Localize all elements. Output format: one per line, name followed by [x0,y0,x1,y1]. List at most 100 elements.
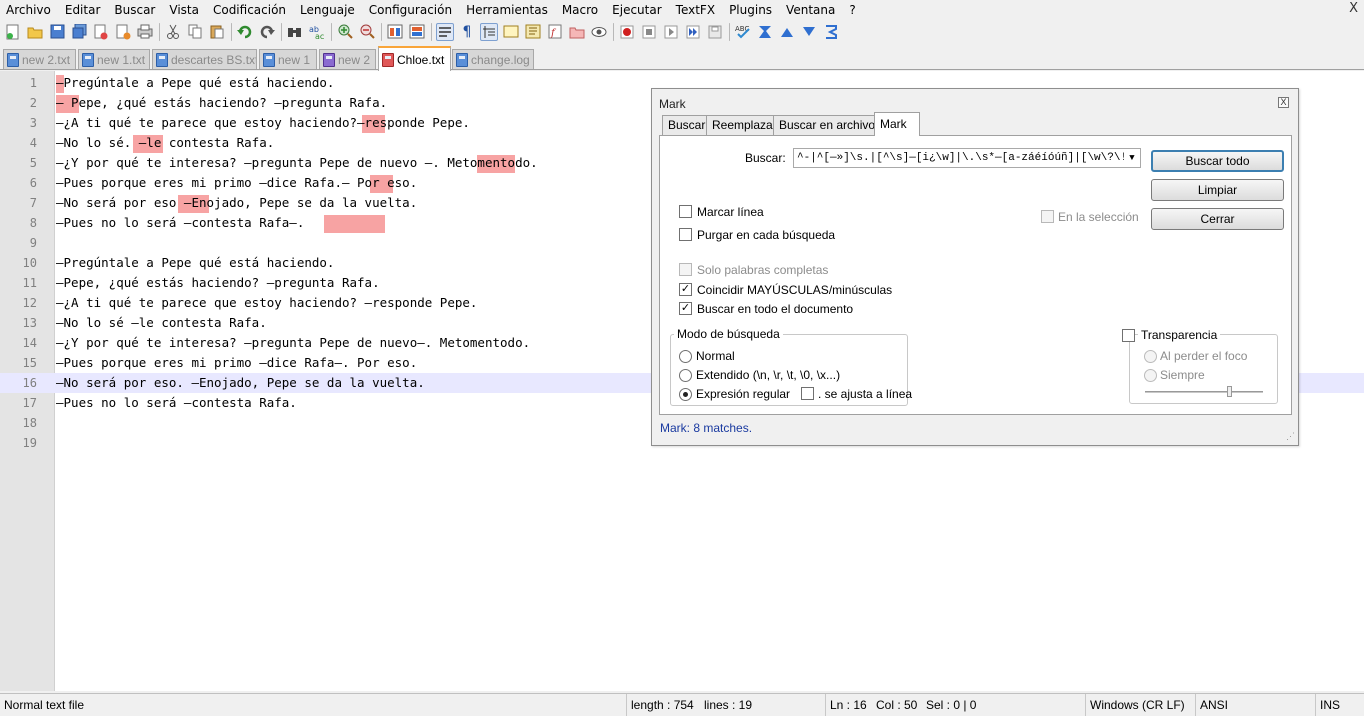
indent-guide-icon[interactable] [480,22,498,41]
find-what-value: ^-|^[—»]\s.|[^\s]—[i¿\w]|\.\s*—[a-záéíóú… [797,152,1140,164]
paste-icon[interactable] [208,23,226,41]
match-case-checkbox[interactable]: ✓ [679,283,692,296]
zoom-in-icon[interactable] [336,23,354,41]
tab-mark[interactable]: Mark [874,112,920,136]
saved-file-icon [7,52,19,67]
chevron-down-icon[interactable]: ▼ [1124,149,1140,167]
find-icon[interactable] [286,23,304,41]
menu-vista[interactable]: Vista [162,1,206,19]
on-lose-focus-radio[interactable] [1144,350,1157,363]
function-list-icon[interactable]: f [546,23,564,41]
show-all-chars-icon[interactable]: ¶ [458,23,476,41]
menu-editar[interactable]: Editar [58,1,108,19]
monitoring-icon[interactable] [590,23,608,41]
line-number: 2 [29,96,37,110]
regex-radio[interactable] [679,388,692,401]
close-file-icon[interactable] [92,23,110,41]
word-wrap-icon[interactable] [436,22,454,41]
line-text: —Pregúntale a Pepe qué está haciendo. [56,255,335,270]
tab-buscar[interactable]: Buscar [662,115,712,135]
in-selection-checkbox[interactable] [1041,210,1054,223]
zoom-out-icon[interactable] [358,23,376,41]
status-sel: Sel : 0 | 0 [926,698,977,712]
find-all-button[interactable]: Buscar todo [1151,150,1284,172]
toolbar-separator [159,22,160,41]
clear-button[interactable]: Limpiar [1151,179,1284,201]
menu-ventana[interactable]: Ventana [779,1,842,19]
spell-check-icon[interactable]: ABC [734,23,752,41]
replace-icon[interactable]: ab ac [308,23,326,41]
dialog-close-button[interactable]: X [1278,97,1289,108]
dialog-title: Mark [659,97,686,111]
menu-ejecutar[interactable]: Ejecutar [605,1,669,19]
play-macro-icon[interactable] [662,23,680,41]
status-insert-mode: INS [1315,694,1364,716]
new-file-icon[interactable] [4,23,22,41]
tab-change-log[interactable]: change.log [452,49,534,69]
menu-configuracion[interactable]: Configuración [362,1,459,19]
tab-chloe-txt[interactable]: Chloe.txt [378,46,451,71]
menu-lenguaje[interactable]: Lenguaje [293,1,362,19]
extended-label: Extendido (\n, \r, \t, \0, \x...) [696,368,841,382]
move-up-icon[interactable] [778,23,796,41]
close-document-icon[interactable]: X [1349,1,1358,17]
line-text: — Pepe, ¿qué estás haciendo? —pregunta R… [56,95,388,110]
tab-descartes-bs-txt[interactable]: descartes BS.txt [152,49,257,69]
menu-textfx[interactable]: TextFX [669,1,722,19]
document-map-icon[interactable] [524,23,542,41]
tab-new-1-txt[interactable]: new 1.txt [78,49,150,69]
move-down-icon[interactable] [800,23,818,41]
tab-reemplazar[interactable]: Reemplazar [706,115,783,135]
mark-dialog: Mark X Buscar Reemplazar Buscar en archi… [651,88,1299,446]
tab-new-2-txt[interactable]: new 2.txt [3,49,76,69]
save-macro-icon[interactable] [706,23,724,41]
tab-new-1[interactable]: new 1 [259,49,317,69]
folder-workspace-icon[interactable] [568,23,586,41]
open-file-icon[interactable] [26,23,44,41]
always-radio[interactable] [1144,369,1157,382]
bookmark-line-checkbox[interactable] [679,205,692,218]
cut-icon[interactable] [164,23,182,41]
close-all-icon[interactable] [114,23,132,41]
user-defined-lang-icon[interactable] [502,23,520,41]
collapse-level-icon[interactable] [756,23,774,41]
status-eol: Windows (CR LF) [1085,694,1196,716]
menu-help[interactable]: ? [842,1,862,19]
transparency-checkbox[interactable] [1122,329,1135,342]
line-number: 18 [22,416,37,430]
menu-bar: Archivo Editar Buscar Vista Codificación… [0,0,1364,19]
save-all-icon[interactable] [70,23,88,41]
run-macro-multiple-icon[interactable] [684,23,702,41]
line-text: —No lo sé —le contesta Rafa. [56,315,267,330]
menu-buscar[interactable]: Buscar [107,1,162,19]
tab-new-2[interactable]: new 2 [319,49,376,69]
find-what-combobox[interactable]: ^-|^[—»]\s.|[^\s]—[i¿\w]|\.\s*—[a-záéíóú… [793,148,1141,168]
status-file-type: Normal text file [4,698,85,712]
normal-radio[interactable] [679,350,692,363]
menu-macro[interactable]: Macro [555,1,605,19]
transparency-slider-thumb[interactable] [1227,386,1232,397]
print-icon[interactable] [136,23,154,41]
menu-plugins[interactable]: Plugins [722,1,779,19]
wrap-around-checkbox[interactable]: ✓ [679,302,692,315]
resize-grip-icon[interactable]: ⋰ [1286,431,1295,442]
whole-word-checkbox[interactable] [679,263,692,276]
sync-vertical-icon[interactable] [386,23,404,41]
menu-codificacion[interactable]: Codificación [206,1,293,19]
record-macro-icon[interactable] [618,23,636,41]
menu-herramientas[interactable]: Herramientas [459,1,555,19]
extended-radio[interactable] [679,369,692,382]
undo-icon[interactable] [236,23,254,41]
stop-macro-icon[interactable] [640,23,658,41]
menu-archivo[interactable]: Archivo [0,1,58,19]
dot-newline-checkbox[interactable] [801,387,814,400]
sync-horizontal-icon[interactable] [408,23,426,41]
redo-icon[interactable] [258,23,276,41]
purge-checkbox[interactable] [679,228,692,241]
sum-icon[interactable] [822,23,840,41]
transparency-slider[interactable] [1145,391,1263,393]
tab-buscar-en-archivos[interactable]: Buscar en archivos [773,115,888,135]
close-button[interactable]: Cerrar [1151,208,1284,230]
copy-icon[interactable] [186,23,204,41]
save-icon[interactable] [48,23,66,41]
